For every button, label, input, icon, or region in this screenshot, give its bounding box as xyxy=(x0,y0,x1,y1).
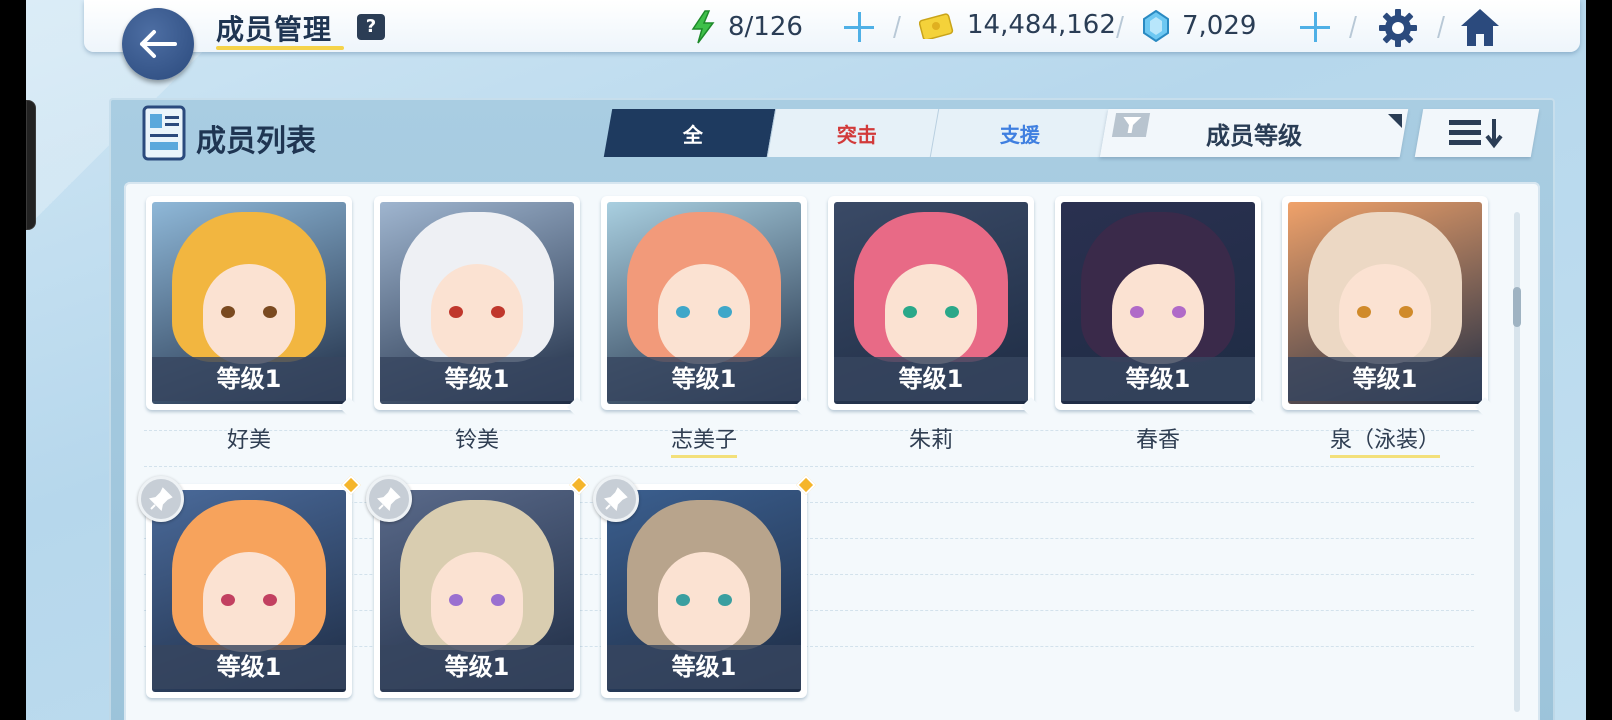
credits-value: 14,484,162 xyxy=(967,10,1116,40)
level-label: 等级1 xyxy=(607,645,801,689)
member-card[interactable]: 等级1 xyxy=(1055,196,1268,417)
level-label: 等级1 xyxy=(1288,357,1482,401)
level-label: 等级1 xyxy=(152,357,346,401)
help-button[interactable]: ? xyxy=(357,14,385,40)
game-screen: 成员管理 ? 8/126 14,484,162 7,029 成员列表 全 突击 … xyxy=(26,0,1586,720)
pin-button[interactable] xyxy=(593,476,639,522)
level-label: 等级1 xyxy=(152,645,346,689)
pin-button[interactable] xyxy=(366,476,412,522)
pin-icon xyxy=(604,487,628,511)
home-icon[interactable] xyxy=(1458,6,1502,48)
level-label: 等级1 xyxy=(1061,357,1255,401)
device-notch xyxy=(26,100,36,230)
member-card[interactable]: 等级1 xyxy=(146,196,359,417)
tab-label: 全 xyxy=(683,122,703,147)
member-name: 泉（泳装） xyxy=(1282,422,1488,458)
add-ap-button[interactable] xyxy=(844,12,874,42)
gems-value: 7,029 xyxy=(1182,11,1257,41)
level-label: 等级1 xyxy=(380,645,574,689)
member-card[interactable]: 等级1 xyxy=(601,196,814,417)
member-card[interactable]: 等级1 xyxy=(828,196,1041,417)
tab-special[interactable]: 支援 xyxy=(929,109,1109,157)
pin-button[interactable] xyxy=(138,476,184,522)
credits-counter: 14,484,162 xyxy=(919,10,1116,40)
member-card[interactable]: 等级1 xyxy=(1282,196,1495,417)
pin-icon xyxy=(377,487,401,511)
dropdown-corner-icon xyxy=(1388,114,1402,128)
member-card[interactable]: 等级1 xyxy=(374,196,587,417)
member-name: 铃美 xyxy=(454,428,499,453)
page-title: 成员管理 xyxy=(216,13,333,46)
member-name: 好美 xyxy=(226,428,271,453)
member-card[interactable]: 等级1 xyxy=(366,475,589,698)
member-name: 春香 xyxy=(1135,428,1180,453)
pin-icon xyxy=(149,487,173,511)
tab-label: 突击 xyxy=(836,122,877,147)
add-gems-button[interactable] xyxy=(1300,12,1330,42)
ap-value: 8/126 xyxy=(728,12,803,42)
title-underline xyxy=(216,46,344,50)
filter-icon[interactable] xyxy=(1111,113,1151,137)
member-card[interactable]: 等级1 xyxy=(138,475,361,698)
member-name-text: 志美子 xyxy=(670,428,737,458)
sort-order-button[interactable] xyxy=(1414,109,1540,157)
member-card-icon xyxy=(142,105,186,161)
ap-counter: 8/126 xyxy=(690,10,803,44)
back-button[interactable] xyxy=(122,8,194,80)
arrow-left-icon xyxy=(140,30,177,58)
member-list-title: 成员列表 xyxy=(196,124,316,159)
member-card[interactable]: 等级1 xyxy=(593,475,816,698)
gems-counter: 7,029 xyxy=(1142,10,1256,42)
gem-icon xyxy=(1143,10,1169,42)
member-name: 志美子 xyxy=(601,422,807,458)
lightning-icon xyxy=(691,10,715,44)
grid-divider xyxy=(144,466,1474,467)
credit-card-icon xyxy=(919,13,954,39)
sort-descending-icon xyxy=(1449,119,1503,149)
tab-all[interactable]: 全 xyxy=(603,109,783,157)
level-label: 等级1 xyxy=(834,357,1028,401)
member-name: 朱莉 xyxy=(908,428,953,453)
tab-striker[interactable]: 突击 xyxy=(766,109,946,157)
sort-label: 成员等级 xyxy=(1206,122,1302,150)
tab-label: 支援 xyxy=(999,122,1040,147)
scrollbar-thumb[interactable] xyxy=(1513,287,1521,327)
gear-icon[interactable] xyxy=(1378,8,1418,48)
member-name-text: 泉（泳装） xyxy=(1329,428,1440,458)
level-label: 等级1 xyxy=(380,357,574,401)
level-label: 等级1 xyxy=(607,357,801,401)
